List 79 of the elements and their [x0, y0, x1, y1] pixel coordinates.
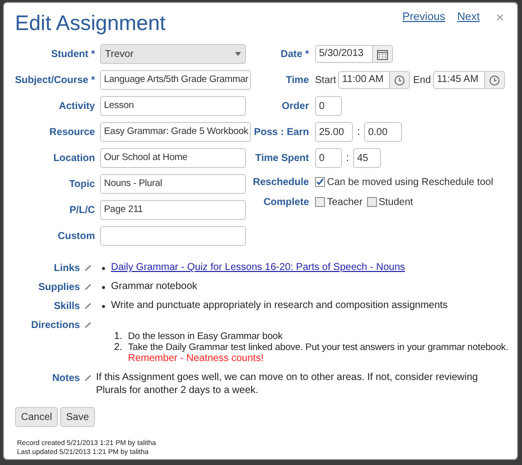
separator: : [356, 124, 362, 140]
field-label: Order [280, 100, 309, 114]
list-item: Do the lesson in Easy Grammar book [128, 331, 282, 342]
checkbox-label: Student [378, 196, 414, 210]
checkbox[interactable] [315, 197, 325, 207]
section-label: Skills [54, 300, 80, 314]
time-field[interactable]: 11:45 AM [432, 71, 505, 89]
text-field[interactable]: Nouns - Plural [100, 174, 246, 194]
picker-button[interactable] [372, 46, 392, 62]
field-value: 5/30/2013 [318, 47, 364, 61]
calendar-icon [377, 48, 388, 60]
field-label: Location [52, 152, 95, 166]
section-label: Supplies [38, 280, 80, 294]
bullet-icon [102, 267, 105, 270]
field-value: 11:00 AM [341, 73, 385, 87]
list-item: Grammar notebook [111, 280, 198, 294]
nav-link[interactable]: Next [457, 9, 480, 26]
section-label: Notes [52, 372, 80, 386]
field-label: Reschedule [252, 176, 309, 190]
field-label: Activity [58, 100, 95, 114]
field-label: Date * [280, 48, 309, 62]
time-field[interactable]: 5/30/2013 [315, 45, 393, 63]
checkbox[interactable] [366, 197, 377, 207]
reminder-text: Remember - Neatness counts! [128, 353, 265, 364]
number-field[interactable]: 25.00 [315, 122, 353, 142]
field-label: P/L/C [68, 204, 95, 218]
pencil-icon[interactable] [84, 374, 92, 382]
list-item: Take the Daily Grammar test linked above. Put your test answers in your grammar notebook. [128, 342, 508, 353]
bullet-icon [102, 286, 105, 289]
field-label: Time [284, 74, 309, 88]
clock-icon [488, 74, 500, 86]
field-label: Time Spent [254, 152, 309, 166]
field-label: Subject/Course * [15, 74, 95, 88]
list-number: 1. [114, 331, 124, 342]
field-label: Student * [50, 48, 95, 62]
checkbox-label: Can be moved using Reschedule tool [327, 176, 494, 190]
text-field[interactable] [100, 226, 246, 246]
start-label: Start [315, 74, 336, 88]
list-item: Write and punctuate appropriately in research and composition assignments [111, 299, 448, 313]
text-field[interactable]: Lesson [100, 96, 246, 116]
text-field[interactable]: Language Arts/5th Grade Grammar [100, 70, 251, 90]
number-field[interactable]: 45 [353, 148, 382, 168]
student-select[interactable]: Trevor [100, 44, 246, 64]
order-field[interactable]: 0 [315, 96, 342, 116]
section-label: Directions [31, 318, 80, 332]
field-label: Poss : Earn [252, 126, 309, 140]
check-icon [316, 178, 324, 186]
number-field[interactable]: 0 [315, 148, 342, 168]
checkbox-label: Teacher [327, 196, 363, 210]
checkbox[interactable] [315, 177, 325, 187]
pencil-icon[interactable] [84, 264, 92, 272]
resource-link[interactable]: Daily Grammar - Quiz for Lessons 16-20: Parts of Speech - Nouns [111, 261, 406, 275]
picker-button[interactable] [484, 72, 504, 88]
number-field[interactable]: 0.00 [364, 122, 402, 142]
picker-button[interactable] [389, 72, 410, 88]
field-label: Resource [48, 126, 95, 140]
dialog-button[interactable]: Save [60, 407, 95, 427]
field-value: 11:45 AM [436, 73, 480, 87]
field-label: Custom [56, 230, 95, 244]
bullet-icon [102, 305, 105, 308]
clock-icon [394, 74, 406, 86]
field-label: Topic [68, 178, 95, 192]
field-label: Complete [262, 196, 309, 210]
separator: : [345, 150, 350, 166]
time-field[interactable]: 11:00 AM [338, 71, 410, 89]
notes-text: If this Assignment goes well, we can move on to other areas. If not, consider reviewing Plurals for another 2 days to a week. [96, 371, 479, 397]
pencil-icon[interactable] [84, 321, 92, 329]
text-field[interactable]: Easy Grammar: Grade 5 Workbook [100, 122, 251, 142]
text-field[interactable]: Page 211 [100, 200, 246, 220]
dialog-title: Edit Assignment [15, 11, 166, 37]
pencil-icon[interactable] [84, 283, 92, 291]
pencil-icon[interactable] [84, 302, 92, 310]
section-label: Links [54, 262, 80, 276]
nav-link[interactable]: Previous [402, 9, 446, 26]
list-number: 2. [114, 342, 124, 353]
end-label: End [413, 74, 431, 88]
caret-icon [235, 52, 241, 56]
dialog-button[interactable]: Cancel [15, 407, 58, 427]
text-field[interactable]: Our School at Home [100, 148, 246, 168]
